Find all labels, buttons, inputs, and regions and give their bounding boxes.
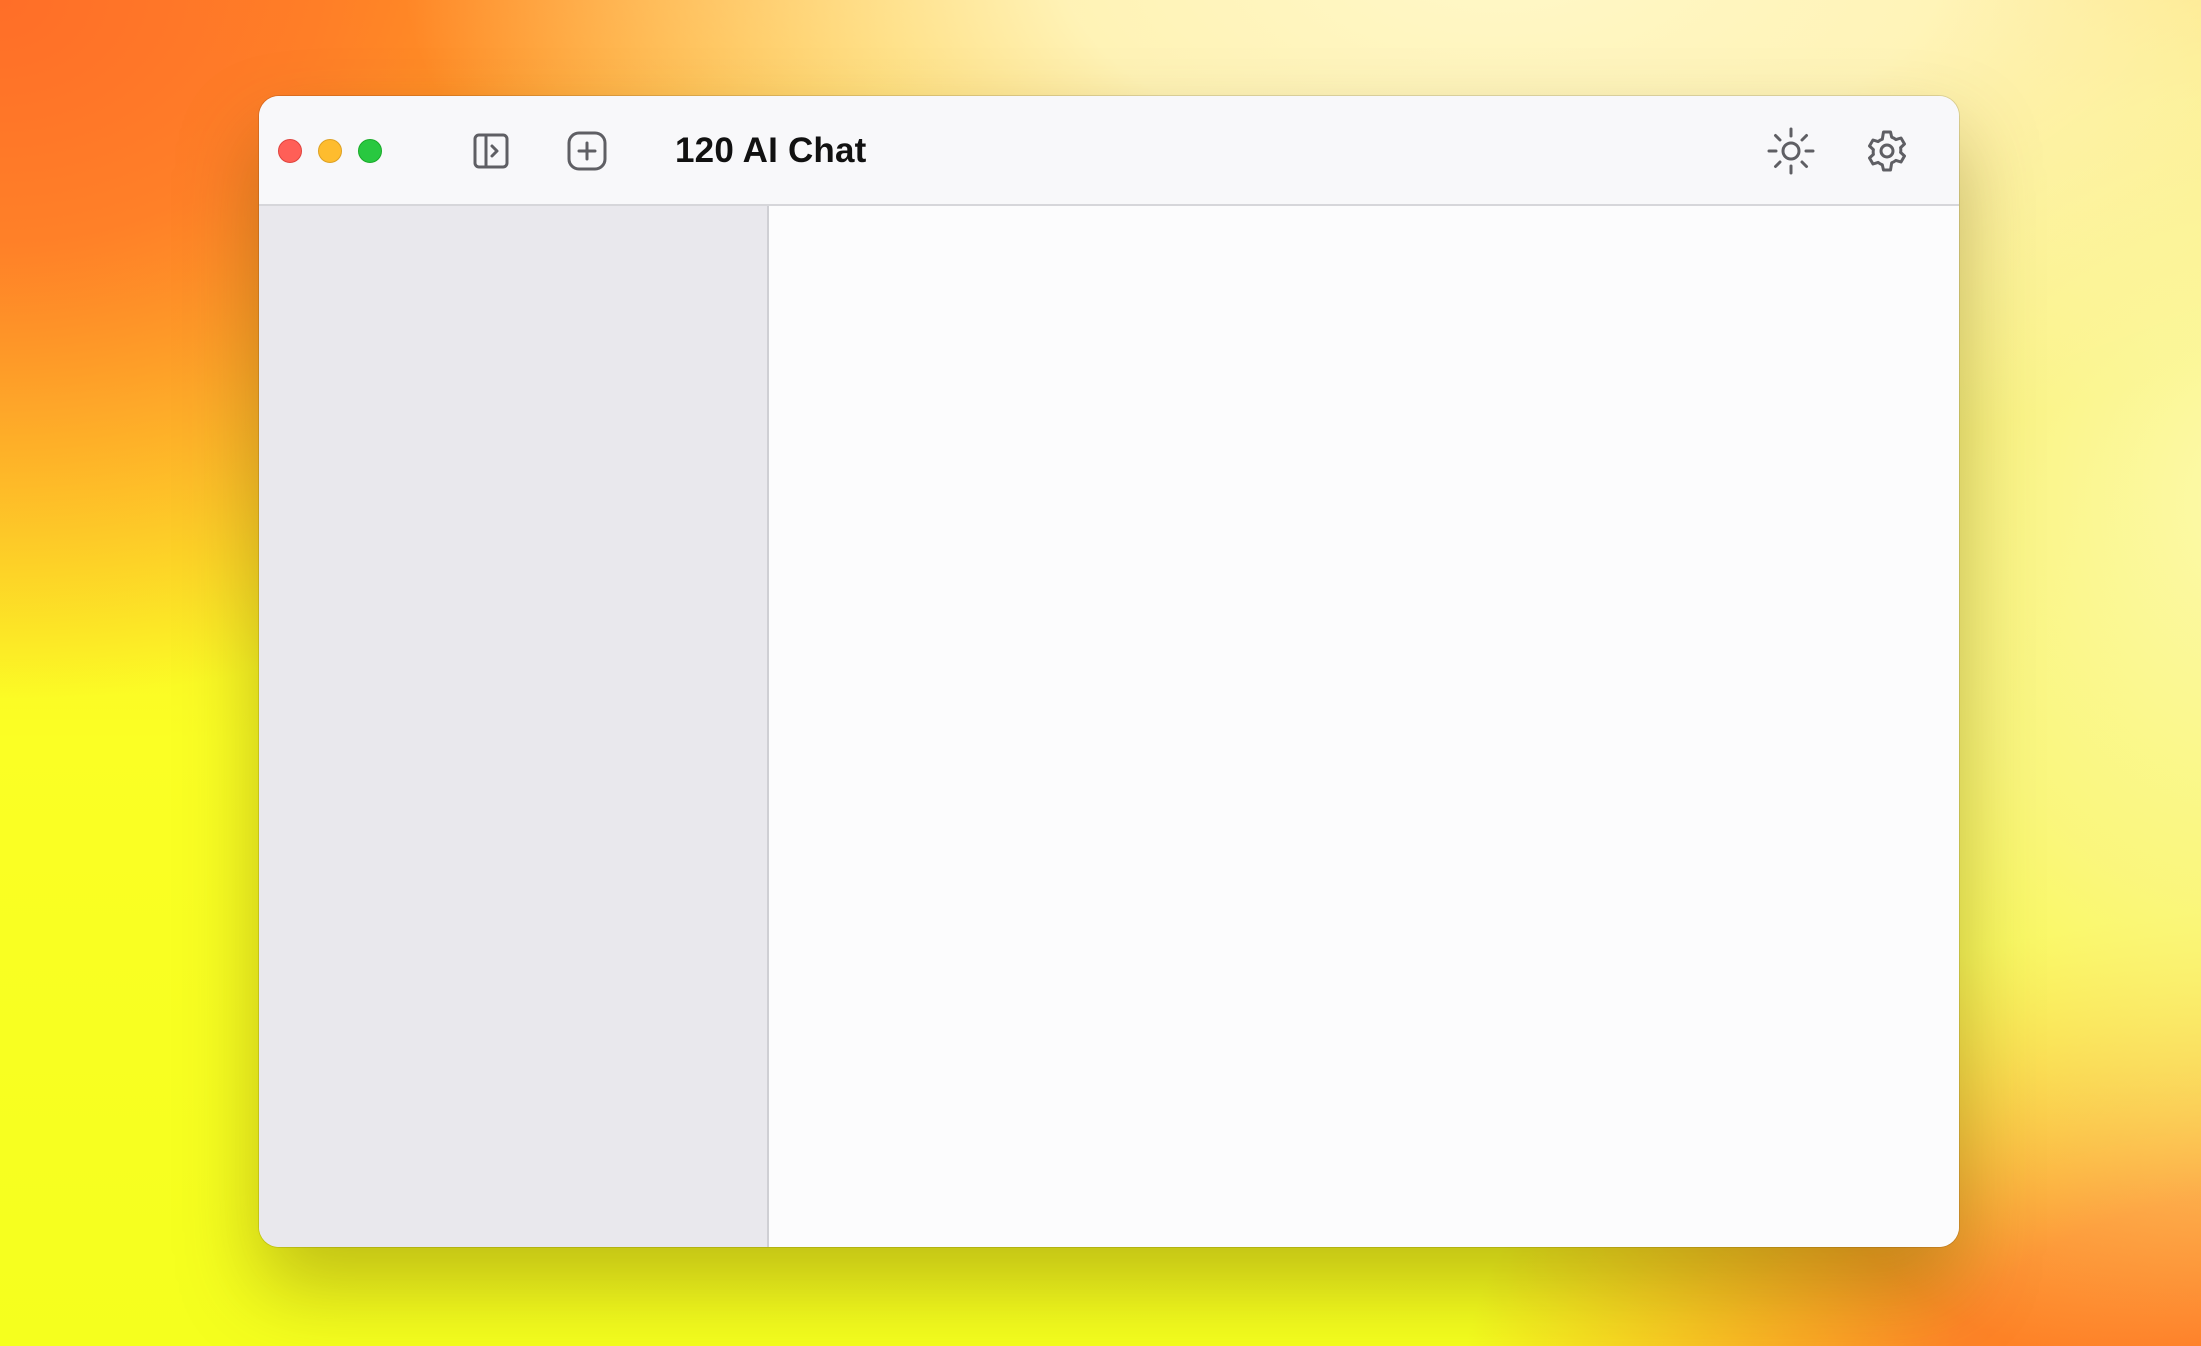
- zoom-window-button[interactable]: [358, 139, 382, 163]
- title-bar: 120 AI Chat: [259, 96, 1959, 206]
- chat-main-area: [769, 206, 1959, 1247]
- app-title: 120 AI Chat: [675, 131, 867, 170]
- app-window: 120 AI Chat: [259, 96, 1959, 1247]
- chat-sidebar: [259, 206, 769, 1247]
- plus-square-icon: [567, 131, 607, 171]
- close-window-button[interactable]: [278, 139, 302, 163]
- sun-icon: [1767, 127, 1815, 175]
- gear-icon: [1868, 130, 1906, 172]
- new-chat-button[interactable]: [563, 127, 611, 175]
- minimize-window-button[interactable]: [318, 139, 342, 163]
- theme-toggle-button[interactable]: [1767, 127, 1815, 175]
- sidebar-toggle-icon: [473, 133, 509, 169]
- desktop-wallpaper: 120 AI Chat: [0, 0, 2201, 1346]
- toggle-sidebar-button[interactable]: [467, 127, 515, 175]
- settings-button[interactable]: [1863, 127, 1911, 175]
